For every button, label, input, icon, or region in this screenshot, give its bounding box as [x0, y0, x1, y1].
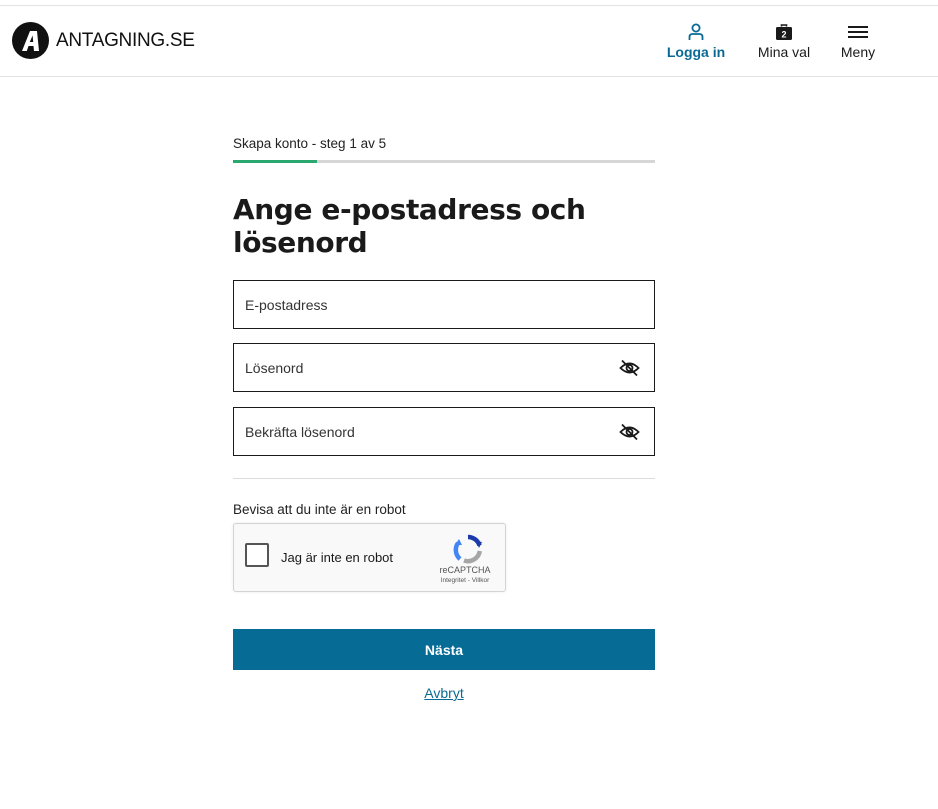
- step-indicator: Skapa konto - steg 1 av 5: [233, 136, 387, 151]
- captcha-prompt: Bevisa att du inte är en robot: [233, 502, 406, 517]
- login-button[interactable]: Logga in: [666, 23, 726, 60]
- step-progress-fill: [233, 160, 318, 163]
- recaptcha-logo-icon: [452, 533, 484, 565]
- recaptcha-links[interactable]: Integritet - Villkor: [430, 577, 500, 584]
- recaptcha-checkbox[interactable]: [245, 543, 269, 567]
- password-field: [233, 343, 655, 392]
- confirm-password-field: [233, 407, 655, 456]
- recaptcha-checkbox-label: Jag är inte en robot: [281, 550, 394, 565]
- step-progress-bar: [233, 160, 655, 163]
- menu-button[interactable]: Meny: [838, 23, 878, 60]
- next-button[interactable]: Nästa: [233, 629, 655, 670]
- password-input[interactable]: [234, 344, 654, 391]
- site-header: ANTAGNING.SE Logga in 2 Mina val Meny: [0, 6, 938, 77]
- user-icon: [687, 23, 705, 41]
- my-choices-button[interactable]: 2 Mina val: [756, 23, 812, 60]
- cancel-container: Avbryt: [233, 685, 655, 701]
- recaptcha-brand: reCAPTCHA: [439, 565, 491, 575]
- page-title: Ange e-postadress och lösenord: [233, 193, 586, 259]
- recaptcha-widget: Jag är inte en robot reCAPTCHA Integrite…: [233, 523, 506, 592]
- toggle-password-visibility-icon[interactable]: [619, 359, 640, 377]
- briefcase-icon: 2: [775, 23, 793, 41]
- login-label: Logga in: [666, 44, 726, 60]
- email-field: [233, 280, 655, 329]
- hamburger-icon: [847, 23, 869, 41]
- section-divider: [233, 478, 655, 479]
- logo-a-icon: [12, 22, 49, 59]
- my-choices-label: Mina val: [757, 44, 811, 60]
- toggle-confirm-visibility-icon[interactable]: [619, 423, 640, 441]
- menu-label: Meny: [840, 44, 876, 60]
- email-input[interactable]: [234, 281, 654, 328]
- logo-text: ANTAGNING.SE: [56, 29, 195, 51]
- confirm-password-input[interactable]: [234, 408, 654, 455]
- cancel-link[interactable]: Avbryt: [424, 685, 463, 701]
- site-logo[interactable]: ANTAGNING.SE: [12, 22, 195, 59]
- choices-count-badge: 2: [781, 30, 786, 40]
